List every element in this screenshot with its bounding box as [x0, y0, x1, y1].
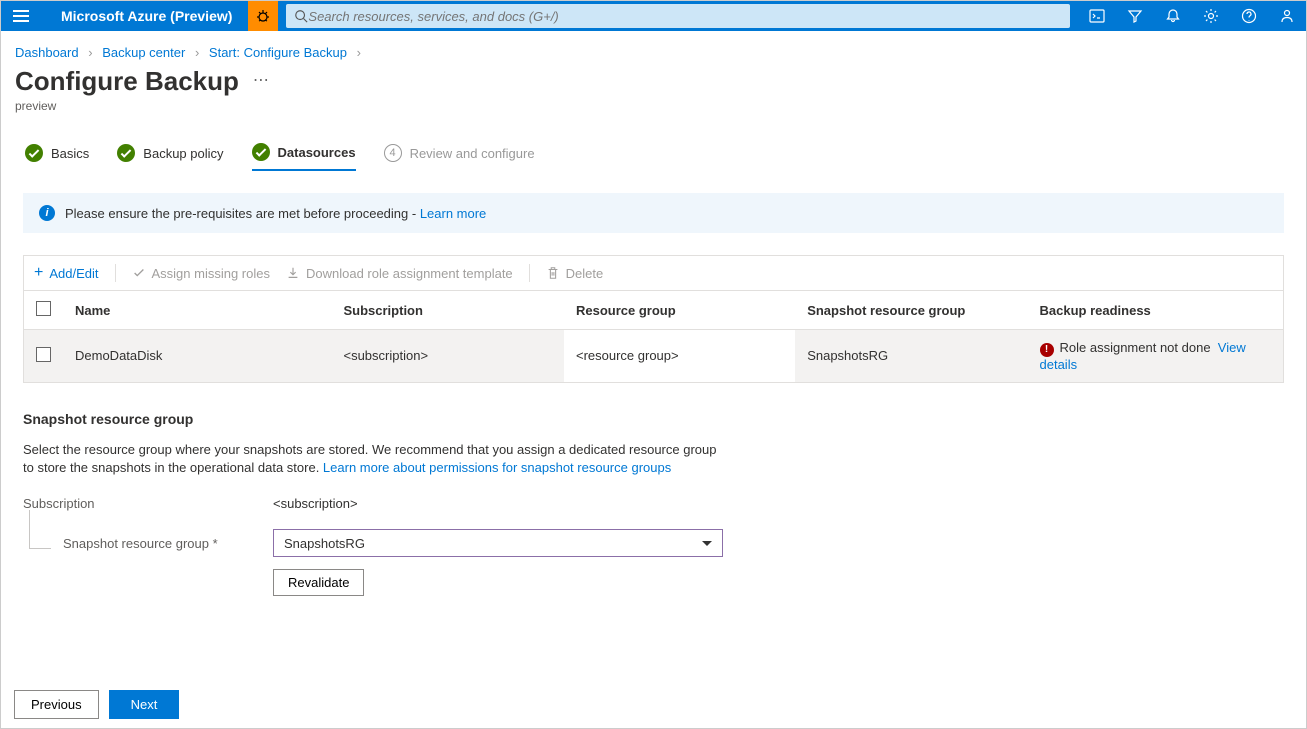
brand-label[interactable]: Microsoft Azure (Preview) — [41, 8, 242, 24]
check-icon — [117, 144, 135, 162]
section-desc: Select the resource group where your sna… — [23, 441, 723, 479]
wizard-footer: Previous Next — [14, 690, 179, 719]
col-name[interactable]: Name — [63, 291, 331, 330]
breadcrumb-dashboard[interactable]: Dashboard — [15, 45, 79, 60]
cell-resource-group: <resource group> — [564, 330, 795, 382]
col-subscription[interactable]: Subscription — [331, 291, 564, 330]
more-actions-icon[interactable]: ⋯ — [253, 70, 269, 94]
snapshot-rg-section: Snapshot resource group Select the resou… — [23, 411, 1284, 597]
assign-roles-button: Assign missing roles — [132, 266, 271, 281]
directory-filter-icon[interactable] — [1116, 1, 1154, 31]
download-template-label: Download role assignment template — [306, 266, 513, 281]
table-row[interactable]: DemoDataDisk <subscription> <resource gr… — [24, 330, 1283, 382]
cell-snapshot-rg: SnapshotsRG — [795, 330, 1027, 382]
separator — [115, 264, 116, 282]
search-input[interactable] — [308, 9, 1062, 24]
select-all-checkbox[interactable] — [36, 301, 51, 316]
datasource-toolbar: + Add/Edit Assign missing roles Download… — [23, 255, 1284, 290]
banner-learn-more-link[interactable]: Learn more — [420, 206, 486, 221]
datasource-table: Name Subscription Resource group Snapsho… — [23, 290, 1284, 383]
previous-button[interactable]: Previous — [14, 690, 99, 719]
hamburger-menu[interactable] — [1, 1, 41, 31]
trash-icon — [546, 266, 560, 280]
bug-icon — [255, 8, 271, 24]
notifications-icon[interactable] — [1154, 1, 1192, 31]
help-icon[interactable] — [1230, 1, 1268, 31]
step-datasources[interactable]: Datasources — [252, 143, 356, 171]
cloud-shell-icon[interactable] — [1078, 1, 1116, 31]
page-title: Configure Backup — [15, 66, 239, 97]
download-icon — [286, 266, 300, 280]
step-review-label: Review and configure — [410, 146, 535, 161]
preview-bug-icon[interactable] — [248, 1, 278, 31]
breadcrumb-backup-center[interactable]: Backup center — [102, 45, 185, 60]
assign-roles-label: Assign missing roles — [152, 266, 271, 281]
top-bar: Microsoft Azure (Preview) — [1, 1, 1306, 31]
error-icon: ! — [1040, 343, 1054, 357]
chevron-right-icon: › — [195, 45, 199, 60]
step-basics[interactable]: Basics — [25, 143, 89, 171]
section-heading: Snapshot resource group — [23, 411, 1284, 427]
next-button[interactable]: Next — [109, 690, 180, 719]
cell-name: DemoDataDisk — [63, 330, 331, 382]
snapshot-rg-select[interactable]: SnapshotsRG — [273, 529, 723, 557]
snapshot-rg-row: Snapshot resource group * SnapshotsRG — [23, 529, 1284, 557]
info-icon: i — [39, 205, 55, 221]
snapshot-rg-value: SnapshotsRG — [284, 536, 365, 551]
step-number-icon: 4 — [384, 144, 402, 162]
chevron-right-icon: › — [88, 45, 92, 60]
cell-readiness: !Role assignment not done View details — [1028, 330, 1284, 382]
info-banner-text: Please ensure the pre-requisites are met… — [65, 206, 486, 221]
subscription-label: Subscription — [23, 496, 273, 511]
subscription-row: Subscription <subscription> — [23, 496, 1284, 511]
add-edit-label: Add/Edit — [49, 266, 98, 281]
check-icon — [25, 144, 43, 162]
settings-icon[interactable] — [1192, 1, 1230, 31]
revalidate-button[interactable]: Revalidate — [273, 569, 364, 596]
info-banner: i Please ensure the pre-requisites are m… — [23, 193, 1284, 233]
subscription-value: <subscription> — [273, 496, 358, 511]
col-backup-readiness[interactable]: Backup readiness — [1028, 291, 1284, 330]
step-backup-policy-label: Backup policy — [143, 146, 223, 161]
check-icon — [252, 143, 270, 161]
download-template-button: Download role assignment template — [286, 266, 513, 281]
col-snapshot-rg[interactable]: Snapshot resource group — [795, 291, 1027, 330]
chevron-down-icon — [702, 541, 712, 546]
snapshot-rg-label: Snapshot resource group * — [23, 536, 273, 551]
add-edit-button[interactable]: + Add/Edit — [34, 264, 99, 282]
step-review: 4 Review and configure — [384, 143, 535, 171]
top-icons — [1078, 1, 1306, 31]
chevron-right-icon: › — [357, 45, 361, 60]
wizard-steps: Basics Backup policy Datasources 4 Revie… — [1, 113, 1306, 171]
feedback-icon[interactable] — [1268, 1, 1306, 31]
check-icon — [132, 266, 146, 280]
step-datasources-label: Datasources — [278, 145, 356, 160]
cell-subscription: <subscription> — [331, 330, 564, 382]
readiness-text: Role assignment not done — [1060, 340, 1211, 355]
global-search[interactable] — [286, 4, 1070, 28]
page-title-row: Configure Backup ⋯ — [1, 60, 1306, 97]
banner-text: Please ensure the pre-requisites are met… — [65, 206, 420, 221]
col-resource-group[interactable]: Resource group — [564, 291, 795, 330]
search-icon — [294, 9, 308, 23]
step-basics-label: Basics — [51, 146, 89, 161]
section-learn-more-link[interactable]: Learn more about permissions for snapsho… — [323, 460, 671, 475]
breadcrumb: Dashboard › Backup center › Start: Confi… — [1, 31, 1306, 60]
step-backup-policy[interactable]: Backup policy — [117, 143, 223, 171]
row-checkbox[interactable] — [36, 347, 51, 362]
hamburger-icon — [13, 10, 29, 22]
page-subtitle: preview — [1, 97, 1306, 113]
delete-label: Delete — [566, 266, 604, 281]
breadcrumb-configure-backup[interactable]: Start: Configure Backup — [209, 45, 347, 60]
plus-icon: + — [34, 264, 43, 282]
delete-button: Delete — [546, 266, 604, 281]
separator — [529, 264, 530, 282]
